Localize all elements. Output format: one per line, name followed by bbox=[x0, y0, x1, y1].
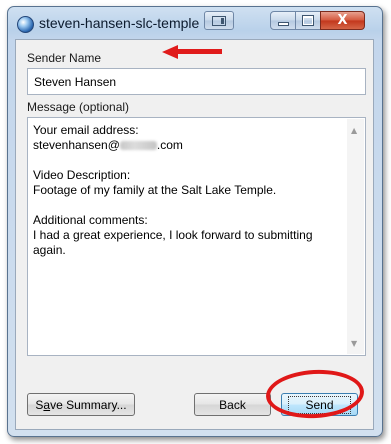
window-title: steven-hansen-slc-temple bbox=[39, 15, 200, 31]
sender-name-label: Sender Name bbox=[27, 51, 102, 65]
app-globe-icon bbox=[17, 16, 34, 33]
minimize-icon bbox=[278, 22, 288, 25]
pin-window-button[interactable] bbox=[204, 11, 234, 30]
message-label: Message (optional) bbox=[27, 100, 130, 114]
save-summary-prefix: S bbox=[35, 397, 44, 412]
message-textarea[interactable]: Your email address: stevenhansen@ .com Vi… bbox=[27, 117, 366, 356]
send-button-label: Send bbox=[288, 395, 351, 414]
window-pin-icon bbox=[212, 15, 226, 26]
maximize-button[interactable] bbox=[295, 11, 321, 30]
red-arrow-icon bbox=[162, 45, 224, 59]
save-summary-mnemonic: a bbox=[43, 397, 51, 412]
redacted-email-domain bbox=[119, 141, 157, 150]
dialog-content: Sender Name Steven Hansen Message (optio… bbox=[15, 39, 374, 430]
arrow-shaft bbox=[176, 49, 222, 54]
save-summary-suffix: ve Summary... bbox=[50, 397, 127, 412]
email-label: Your email address: bbox=[33, 123, 139, 137]
back-button[interactable]: Back bbox=[194, 393, 271, 416]
maximize-icon bbox=[303, 16, 313, 25]
back-button-label: Back bbox=[219, 397, 246, 412]
scroll-up-icon[interactable]: ▲ bbox=[351, 126, 357, 135]
send-button[interactable]: Send bbox=[281, 393, 358, 416]
email-prefix: stevenhansen@ bbox=[33, 138, 120, 152]
email-suffix: .com bbox=[156, 138, 183, 152]
additional-comments-value: I had a great experience, I look forward… bbox=[33, 228, 313, 257]
sender-name-input[interactable]: Steven Hansen bbox=[27, 68, 366, 95]
close-button[interactable]: X bbox=[320, 11, 365, 30]
video-description-value: Footage of my family at the Salt Lake Te… bbox=[33, 183, 277, 197]
message-text: Your email address: stevenhansen@ .com Vi… bbox=[33, 123, 338, 258]
close-icon: X bbox=[337, 13, 348, 28]
message-scrollbar[interactable]: ▲ ▼ bbox=[347, 119, 364, 354]
video-description-label: Video Description: bbox=[33, 168, 131, 182]
save-summary-button[interactable]: Sa ve Summary... bbox=[27, 393, 135, 416]
scroll-down-icon[interactable]: ▼ bbox=[351, 339, 357, 348]
minimize-button[interactable] bbox=[270, 11, 296, 30]
additional-comments-label: Additional comments: bbox=[33, 213, 148, 227]
